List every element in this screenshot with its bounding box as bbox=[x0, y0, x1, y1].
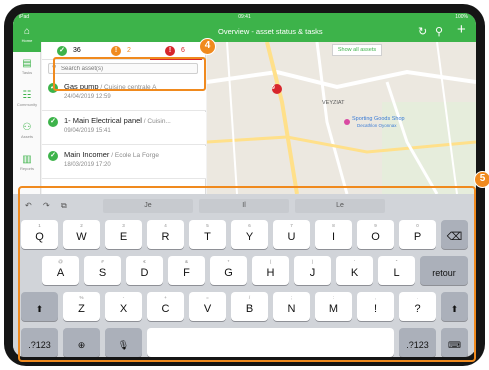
community-icon: ☷ bbox=[22, 90, 32, 101]
asset-location: / Ecole La Forge bbox=[109, 152, 159, 159]
map-label-town: VEYZIAT bbox=[322, 100, 345, 106]
rail-label-reports: Reports bbox=[19, 166, 34, 171]
asset-date: 24/04/2019 12:59 bbox=[64, 94, 111, 100]
map-label-poi: Sporting Goods Shop bbox=[352, 116, 405, 122]
rail-item-assets[interactable]: ⚇ Assets bbox=[13, 118, 41, 148]
search-icon[interactable]: ⚲ bbox=[435, 25, 443, 39]
check-icon: ✓ bbox=[48, 117, 58, 127]
asset-name: Main Incomer bbox=[64, 150, 110, 159]
status-bar: iPad 09:41 100% bbox=[13, 13, 476, 22]
add-icon[interactable]: + bbox=[457, 22, 466, 37]
rail-label-tasks: Tasks bbox=[21, 70, 33, 75]
asset-date: 18/03/2019 17:20 bbox=[64, 162, 111, 168]
keyboard-highlight bbox=[18, 186, 476, 362]
tasks-icon: ▤ bbox=[22, 58, 32, 69]
rail-item-home[interactable]: ⌂ Home bbox=[13, 22, 41, 52]
asset-title: Main Incomer / Ecole La Forge bbox=[64, 150, 159, 161]
status-time: 09:41 bbox=[238, 14, 251, 20]
list-item[interactable]: ✓ 1- Main Electrical panel / Cuisin... 0… bbox=[42, 112, 206, 145]
rail-item-community[interactable]: ☷ Community bbox=[13, 86, 41, 116]
side-navigation: ⌂ Home ▤ Tasks ☷ Community ⚇ Assets ▥ Re… bbox=[13, 22, 41, 194]
asset-name: 1- Main Electrical panel bbox=[64, 116, 142, 125]
reports-icon: ▥ bbox=[22, 154, 32, 165]
map-label-poi-sub: Decathlon Oyonnax bbox=[357, 123, 397, 128]
step-badge-top: 4 bbox=[199, 38, 216, 55]
home-icon: ⌂ bbox=[23, 26, 31, 37]
refresh-icon[interactable]: ↻ bbox=[418, 25, 427, 39]
alert-icon: ! bbox=[165, 46, 175, 56]
asset-date: 09/04/2019 15:41 bbox=[64, 128, 111, 134]
rail-label-community: Community bbox=[16, 102, 38, 107]
filter-search-highlight bbox=[53, 57, 206, 91]
list-item[interactable]: ✓ Main Incomer / Ecole La Forge 18/03/20… bbox=[42, 146, 206, 179]
check-icon: ✓ bbox=[57, 46, 67, 56]
rail-label-home: Home bbox=[21, 38, 33, 43]
map-marker-count: 9 bbox=[272, 85, 275, 91]
show-all-assets-button[interactable]: Show all assets bbox=[332, 44, 382, 56]
warning-icon: ! bbox=[111, 46, 121, 56]
assets-icon: ⚇ bbox=[22, 122, 32, 133]
map-roads bbox=[207, 42, 476, 194]
rail-item-reports[interactable]: ▥ Reports bbox=[13, 150, 41, 180]
map-view[interactable]: Show all assets 9 VEYZIAT Sporting Goods… bbox=[207, 42, 476, 194]
check-icon: ✓ bbox=[48, 151, 58, 161]
rail-item-tasks[interactable]: ▤ Tasks bbox=[13, 54, 41, 84]
map-poi-shop[interactable] bbox=[344, 119, 350, 125]
rail-label-assets: Assets bbox=[20, 134, 33, 139]
asset-location: / Cuisin... bbox=[141, 118, 171, 125]
top-navbar: Overview - asset status & tasks ↻ ⚲ + bbox=[13, 22, 476, 42]
page-title: Overview - asset status & tasks bbox=[218, 27, 323, 36]
step-badge-right: 5 bbox=[474, 171, 489, 188]
asset-title: 1- Main Electrical panel / Cuisin... bbox=[64, 116, 171, 127]
